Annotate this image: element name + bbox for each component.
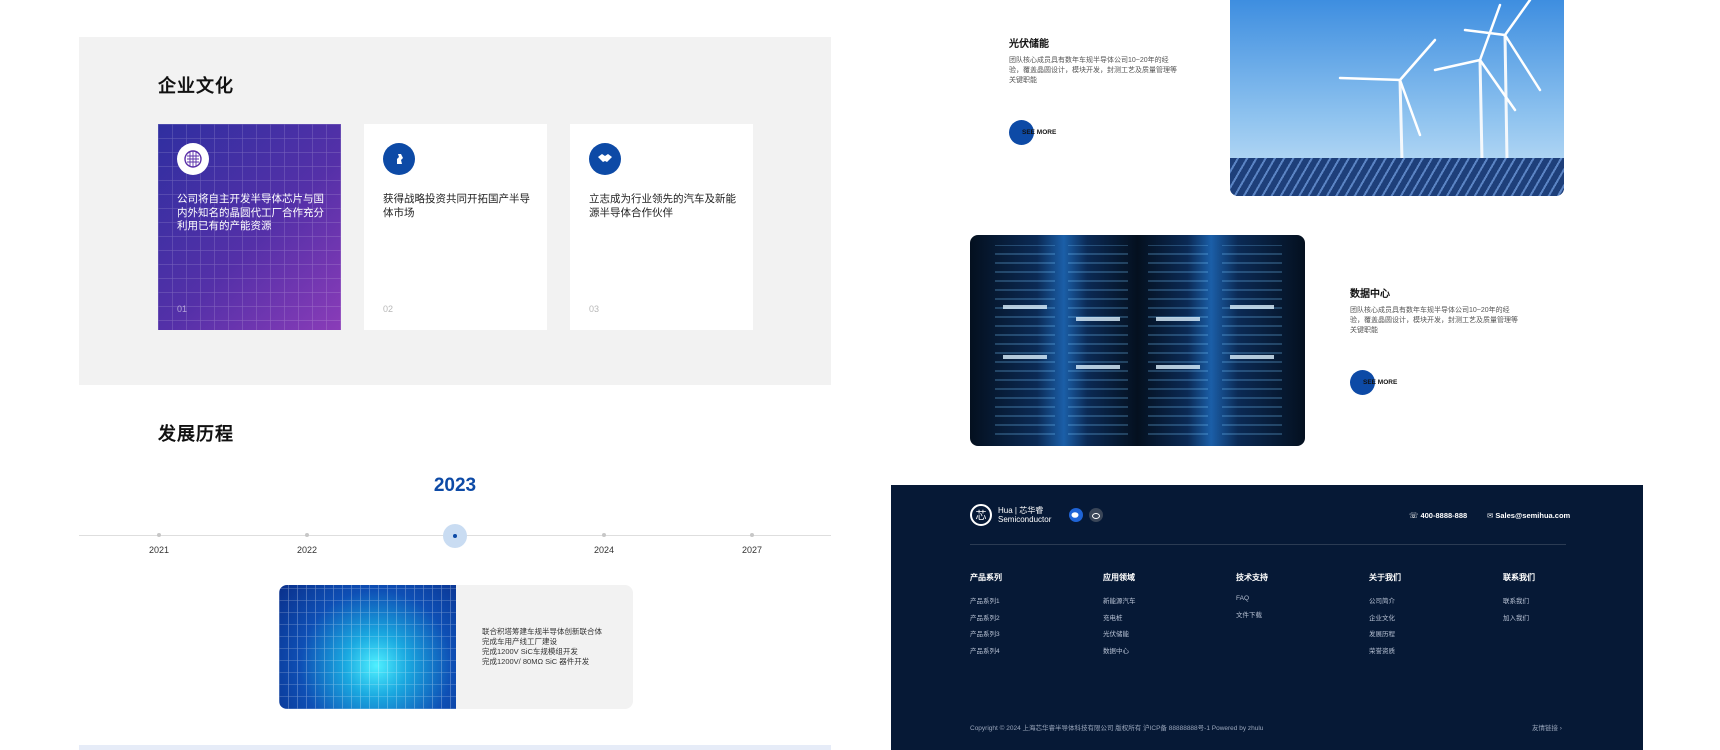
wind-solar-image: [1230, 0, 1564, 196]
footer-link[interactable]: 加入我们: [1503, 612, 1535, 622]
footer-link[interactable]: 光伏储能: [1103, 628, 1136, 638]
next-section-edge: [79, 745, 831, 750]
footer-column-products: 产品系列 产品系列1 产品系列2 产品系列3 产品系列4: [970, 572, 1002, 661]
footer-link[interactable]: 企业文化: [1369, 612, 1401, 622]
see-more-button-dc[interactable]: SEE MORE: [1350, 370, 1397, 395]
milestone-line: 完成1200V SiC车规模组开发: [482, 647, 578, 656]
footer-link[interactable]: 产品系列3: [970, 628, 1002, 638]
active-year: 2023: [433, 475, 477, 496]
footer-column-contact: 联系我们 联系我们 加入我们: [1503, 572, 1535, 628]
culture-card-1[interactable]: 公司将自主开发半导体芯片与国内外知名的晶圆代工厂合作充分利用已有的产能资源 01: [158, 124, 341, 330]
timeline-dot[interactable]: [602, 533, 606, 537]
footer-link[interactable]: 充电桩: [1103, 612, 1136, 622]
culture-card-3[interactable]: 立志成为行业领先的汽车及新能源半导体合作伙伴 03: [570, 124, 753, 330]
logo-mark-icon: 芯: [970, 504, 992, 526]
history-section: 发展历程 2023 2021 2022 2024 2027 联合积塔筹建车规半导…: [79, 420, 831, 750]
server-room-image: [970, 235, 1305, 446]
copyright-text: Copyright © 2024 上海芯华睿半导体科技有限公司 版权所有 沪IC…: [970, 725, 1264, 732]
solar-panels: [1230, 158, 1564, 196]
footer-heading: 产品系列: [970, 573, 1002, 582]
culture-card-text: 获得战略投资共同开拓国产半导体市场: [383, 193, 530, 219]
footer-link[interactable]: 产品系列4: [970, 645, 1002, 655]
strategy-icon: [383, 143, 415, 175]
email-contact[interactable]: ✉ Sales@semihua.com: [1487, 511, 1570, 520]
culture-card-2[interactable]: 获得战略投资共同开拓国产半导体市场 02: [364, 124, 547, 330]
history-title: 发展历程: [158, 424, 234, 444]
footer-heading: 应用领域: [1103, 573, 1135, 582]
footer-column-support: 技术支持 FAQ 文件下载: [1236, 572, 1268, 625]
timeline-year-2021[interactable]: 2021: [149, 545, 169, 555]
see-more-label: SEE MORE: [1363, 379, 1398, 386]
footer-link[interactable]: 产品系列2: [970, 612, 1002, 622]
culture-card-text: 立志成为行业领先的汽车及新能源半导体合作伙伴: [589, 193, 736, 219]
footer-link[interactable]: FAQ: [1236, 595, 1268, 602]
timeline-active-dot[interactable]: [443, 524, 467, 548]
timeline-dot[interactable]: [157, 533, 161, 537]
footer-link[interactable]: 荣誉资质: [1369, 645, 1401, 655]
culture-card-number: 01: [177, 304, 188, 314]
phone-number: 400-8888-888: [1420, 511, 1468, 520]
milestone-line: 联合积塔筹建车规半导体创新联合体: [482, 627, 602, 636]
footer-link[interactable]: 新能源汽车: [1103, 595, 1136, 605]
footer-link[interactable]: 公司简介: [1369, 595, 1401, 605]
footer-heading: 技术支持: [1236, 573, 1268, 582]
footer-heading: 关于我们: [1369, 573, 1401, 582]
milestone-card: 联合积塔筹建车规半导体创新联合体 完成车用产线工厂建设 完成1200V SiC车…: [279, 585, 633, 709]
timeline-year-2022[interactable]: 2022: [297, 545, 317, 555]
timeline-year-2027[interactable]: 2027: [742, 545, 762, 555]
footer-heading: 联系我们: [1503, 573, 1535, 582]
footer-link[interactable]: 数据中心: [1103, 645, 1136, 655]
circuit-image: [279, 585, 456, 709]
app-title-dc: 数据中心: [1350, 289, 1390, 300]
wechat-icon[interactable]: [1069, 508, 1083, 522]
footer-column-about: 关于我们 公司简介 企业文化 发展历程 荣誉资质: [1369, 572, 1401, 661]
timeline-dot[interactable]: [305, 533, 309, 537]
timeline-dot[interactable]: [750, 533, 754, 537]
phone-icon: ☏: [1409, 511, 1421, 520]
email-address: Sales@semihua.com: [1495, 511, 1571, 520]
logo-line-1: Hua | 芯华睿: [998, 506, 1044, 515]
company-logo[interactable]: 芯 Hua | 芯华睿 Semiconductor: [970, 504, 1051, 526]
friend-links-link[interactable]: 友情链接 ›: [1532, 722, 1562, 732]
app-desc-dc: 团队核心成员具有数年车规半导体公司10~20年的经验，覆盖晶圆设计，模块开发，封…: [1350, 307, 1518, 334]
handshake-icon: [589, 143, 621, 175]
site-footer: 芯 Hua | 芯华睿 Semiconductor ☏ 400-8888-888…: [891, 485, 1643, 750]
milestone-text: 联合积塔筹建车规半导体创新联合体 完成车用产线工厂建设 完成1200V SiC车…: [482, 627, 602, 667]
culture-card-text: 公司将自主开发半导体芯片与国内外知名的晶圆代工厂合作充分利用已有的产能资源: [177, 193, 324, 232]
culture-title: 企业文化: [158, 76, 234, 96]
culture-card-number: 03: [589, 304, 600, 314]
footer-link[interactable]: 发展历程: [1369, 628, 1401, 638]
footer-link[interactable]: 产品系列1: [970, 595, 1002, 605]
app-desc-pv: 团队核心成员具有数年车规半导体公司10~20年的经验，覆盖晶圆设计，模块开发，封…: [1009, 57, 1177, 84]
timeline-year-2024[interactable]: 2024: [594, 545, 614, 555]
culture-section: 企业文化 公司将自主开发半导体芯片与国内外知名的晶圆代工厂合作充分利用已有的产能…: [79, 37, 831, 385]
milestone-line: 完成车用产线工厂建设: [482, 637, 557, 646]
footer-link[interactable]: 联系我们: [1503, 595, 1535, 605]
logo-line-2: Semiconductor: [998, 515, 1052, 524]
footer-divider: [970, 544, 1566, 545]
weibo-icon[interactable]: [1089, 508, 1103, 522]
see-more-label: SEE MORE: [1022, 129, 1057, 136]
footer-link[interactable]: 文件下载: [1236, 609, 1268, 619]
culture-card-number: 02: [383, 304, 394, 314]
app-title-pv: 光伏储能: [1009, 39, 1049, 50]
milestone-line: 完成1200V/ 80MΩ SiC 器件开发: [482, 657, 590, 666]
phone-contact[interactable]: ☏ 400-8888-888: [1409, 511, 1467, 520]
see-more-button-pv[interactable]: SEE MORE: [1009, 120, 1056, 145]
globe-chip-icon: [177, 143, 209, 175]
footer-column-applications: 应用领域 新能源汽车 充电桩 光伏储能 数据中心: [1103, 572, 1136, 661]
